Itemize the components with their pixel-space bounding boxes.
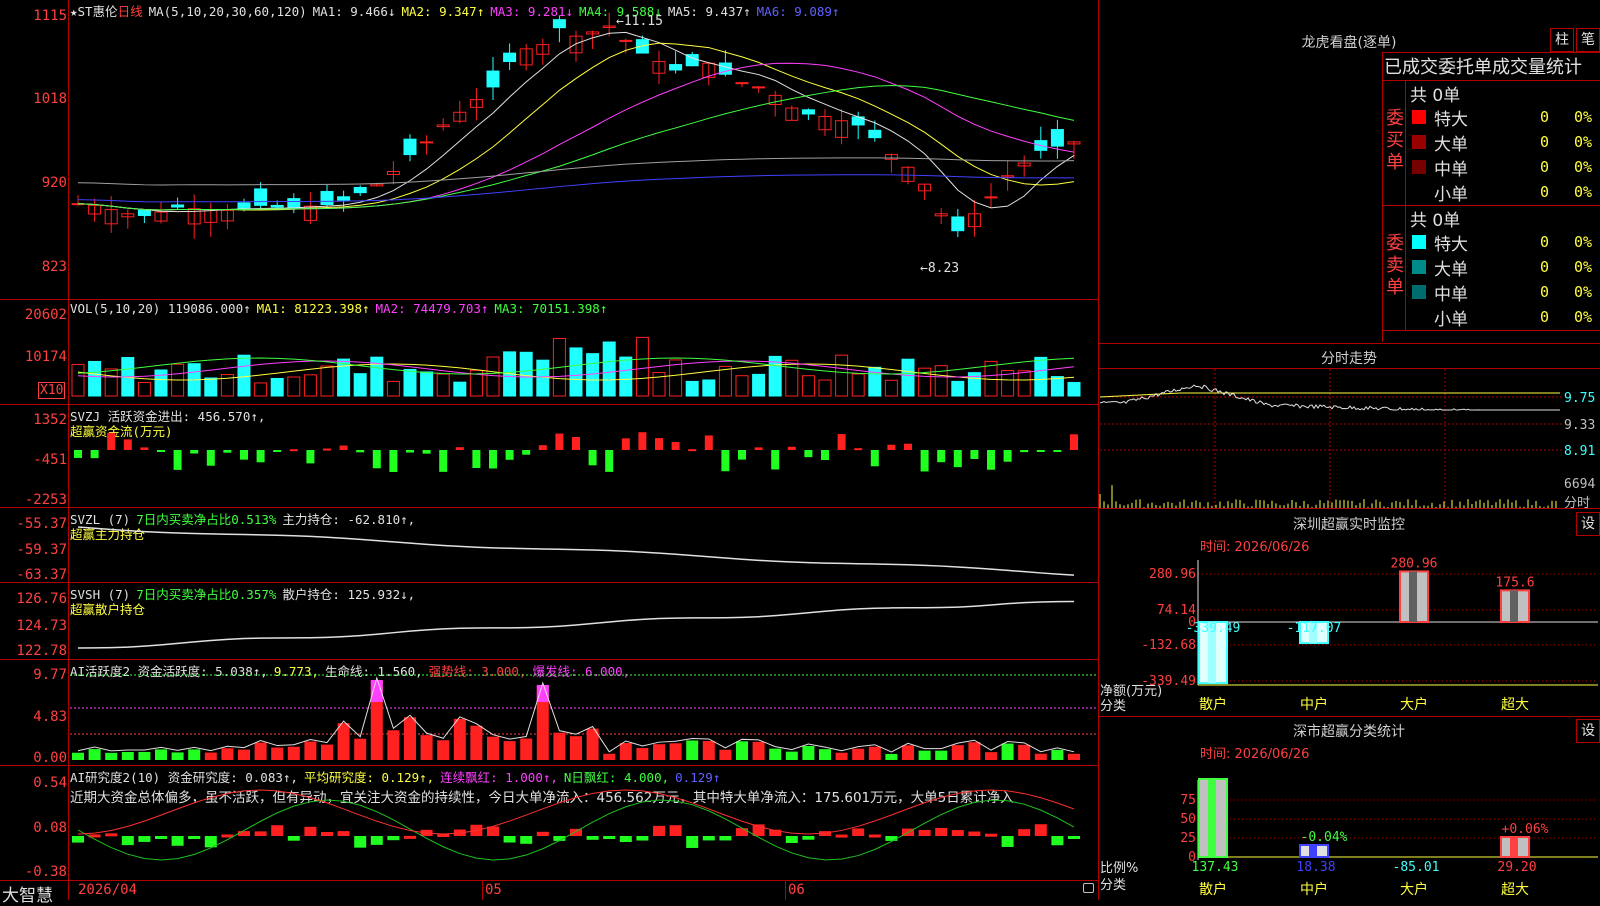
monitor-bar-shade <box>1409 571 1417 622</box>
stats-y-tick: 75 <box>1180 793 1196 808</box>
stats-bottom-label: 137.43 <box>1192 860 1239 875</box>
monitor-y-tick: -339.49 <box>1141 674 1196 689</box>
stats-bar-shade <box>1208 779 1216 857</box>
monitor-y-tick: -132.68 <box>1141 638 1196 653</box>
stats-category-label: 大户 <box>1400 881 1428 898</box>
stats-bottom-label: 29.20 <box>1497 860 1536 875</box>
stats-top-label: -0.04% <box>1301 830 1348 845</box>
right-chart-canvas: 280.9674.140-132.68-339.49-339.49散户-117.… <box>1099 369 1598 898</box>
monitor-category-label: 散户 <box>1199 696 1227 713</box>
stats-y-tick: 25 <box>1180 831 1196 846</box>
monitor-category-label: 中户 <box>1300 696 1328 713</box>
monitor-category-label: 超大 <box>1501 697 1529 713</box>
stats-bar-shade <box>1309 845 1317 857</box>
stats-y-tick: 50 <box>1180 812 1196 827</box>
stats-category-label: 散户 <box>1199 881 1227 898</box>
monitor-bar-label: -339.49 <box>1186 621 1241 636</box>
stats-bottom-label: -85.01 <box>1393 860 1440 875</box>
monitor-bar-label: 175.6 <box>1495 575 1534 590</box>
stats-category-label: 超大 <box>1501 882 1529 898</box>
monitor-category-label: 大户 <box>1400 696 1428 713</box>
stats-bottom-label: 18.38 <box>1296 860 1335 875</box>
stats-category-label: 中户 <box>1300 881 1328 898</box>
monitor-bar-label: -117.07 <box>1287 621 1342 636</box>
stats-top-label: +0.06% <box>1502 822 1549 837</box>
monitor-bar-label: 280.96 <box>1391 556 1438 571</box>
monitor-y-tick: 280.96 <box>1149 567 1196 582</box>
stats-bar-shade <box>1510 837 1518 857</box>
monitor-bar-shade <box>1510 590 1518 622</box>
